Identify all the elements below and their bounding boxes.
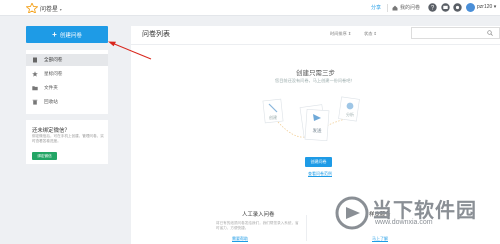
watermark: 当下软件园 www.downxia.com	[335, 194, 500, 244]
create-survey-button[interactable]: 创建问卷	[305, 157, 332, 167]
sidebar-item-trash[interactable]: 回收站	[26, 96, 108, 108]
brand-name: 问卷星	[40, 7, 59, 13]
watermark-url: www.downxia.com	[375, 219, 433, 226]
sort-by-status-button[interactable]: 状态 ⇕	[364, 31, 377, 37]
step-send-label: 发送	[313, 127, 322, 134]
view-examples-link[interactable]: 查看问卷范例	[308, 171, 332, 177]
bind-wechat-button[interactable]: 绑定微信	[32, 152, 57, 160]
username-label: pzr120	[477, 4, 493, 10]
my-surveys-link[interactable]: 我的问卷	[392, 4, 420, 11]
sidebar-item-folders[interactable]: 文件夹	[26, 82, 108, 94]
caret-down-icon: ▾	[493, 4, 497, 10]
caret-down-icon: ▾	[59, 7, 62, 12]
step-create-label: 创建	[269, 114, 277, 120]
sidebar-item-label: 星标问卷	[44, 71, 63, 76]
message-icon[interactable]	[441, 3, 450, 12]
star-logo-icon[interactable]	[26, 3, 38, 13]
trash-icon	[32, 99, 38, 105]
watermark-logo-icon	[335, 196, 369, 230]
folder-icon	[32, 86, 38, 91]
sidebar-item-label: 文件夹	[44, 85, 58, 90]
page-title: 问卷列表	[142, 31, 170, 38]
manual-entry-title: 人工录入问卷	[242, 212, 275, 218]
sidebar-item-starred[interactable]: 星标问卷	[26, 68, 108, 80]
analyze-step-card: 分析	[338, 96, 360, 122]
sort-by-time-button[interactable]: 时间排序 ⇕	[330, 31, 351, 37]
sidebar-item-all-surveys[interactable]: 全部问卷	[26, 54, 108, 66]
home-icon	[392, 5, 398, 10]
sidebar-item-label: 回收站	[44, 99, 58, 104]
brand-menu[interactable]: 问卷星 ▾	[40, 4, 62, 13]
my-surveys-label: 我的问卷	[400, 5, 421, 11]
wechat-bind-text: 绑定微信后，可在手机上创建、管理问卷，实时查看答卷进度。	[32, 134, 104, 143]
three-steps-illustration: 创建 发送 分析	[262, 96, 360, 142]
header-divider	[131, 44, 500, 45]
search-input[interactable]	[411, 27, 500, 39]
create-survey-label: 创建问卷	[59, 32, 82, 39]
settings-icon[interactable]	[453, 3, 462, 12]
top-bar: 问卷星 ▾ 分享 我的问卷 ? pzr120 ▾	[0, 0, 500, 16]
wechat-bind-title: 还未绑定微信？	[32, 128, 70, 134]
plus-icon: +	[52, 29, 57, 39]
user-menu[interactable]: pzr120 ▾	[477, 4, 496, 10]
nav-divider	[387, 4, 388, 12]
help-icon[interactable]: ?	[428, 3, 437, 12]
share-link[interactable]: 分享	[371, 4, 381, 11]
wechat-bind-card: 还未绑定微信？ 绑定微信后，可在手机上创建、管理问卷，实时查看答卷进度。 绑定微…	[26, 120, 108, 164]
sidebar-item-label: 全部问卷	[44, 57, 63, 62]
manual-entry-promo: 人工录入问卷 将已有的纸质问卷发给我们，我们帮您录入系统，省时省力，方便快捷。 …	[212, 207, 302, 244]
promo-divider	[306, 215, 307, 241]
manual-entry-link[interactable]: 需要帮助	[232, 236, 248, 242]
send-step-card: 发送	[299, 104, 330, 142]
star-icon	[32, 71, 38, 77]
step-analyze-label: 分析	[346, 111, 354, 117]
create-step-card: 创建	[262, 98, 284, 124]
create-survey-sidebar-button[interactable]: + 创建问卷	[26, 26, 108, 43]
search-icon	[487, 30, 493, 36]
avatar[interactable]	[466, 3, 475, 12]
empty-state-title: 创建只需三步	[296, 70, 335, 77]
document-icon	[33, 57, 37, 63]
empty-state-subtitle: 您目前还没有问卷，马上创建一份问卷吧！	[275, 78, 355, 83]
manual-entry-text: 将已有的纸质问卷发给我们，我们帮您录入系统，省时省力，方便快捷。	[216, 221, 299, 230]
